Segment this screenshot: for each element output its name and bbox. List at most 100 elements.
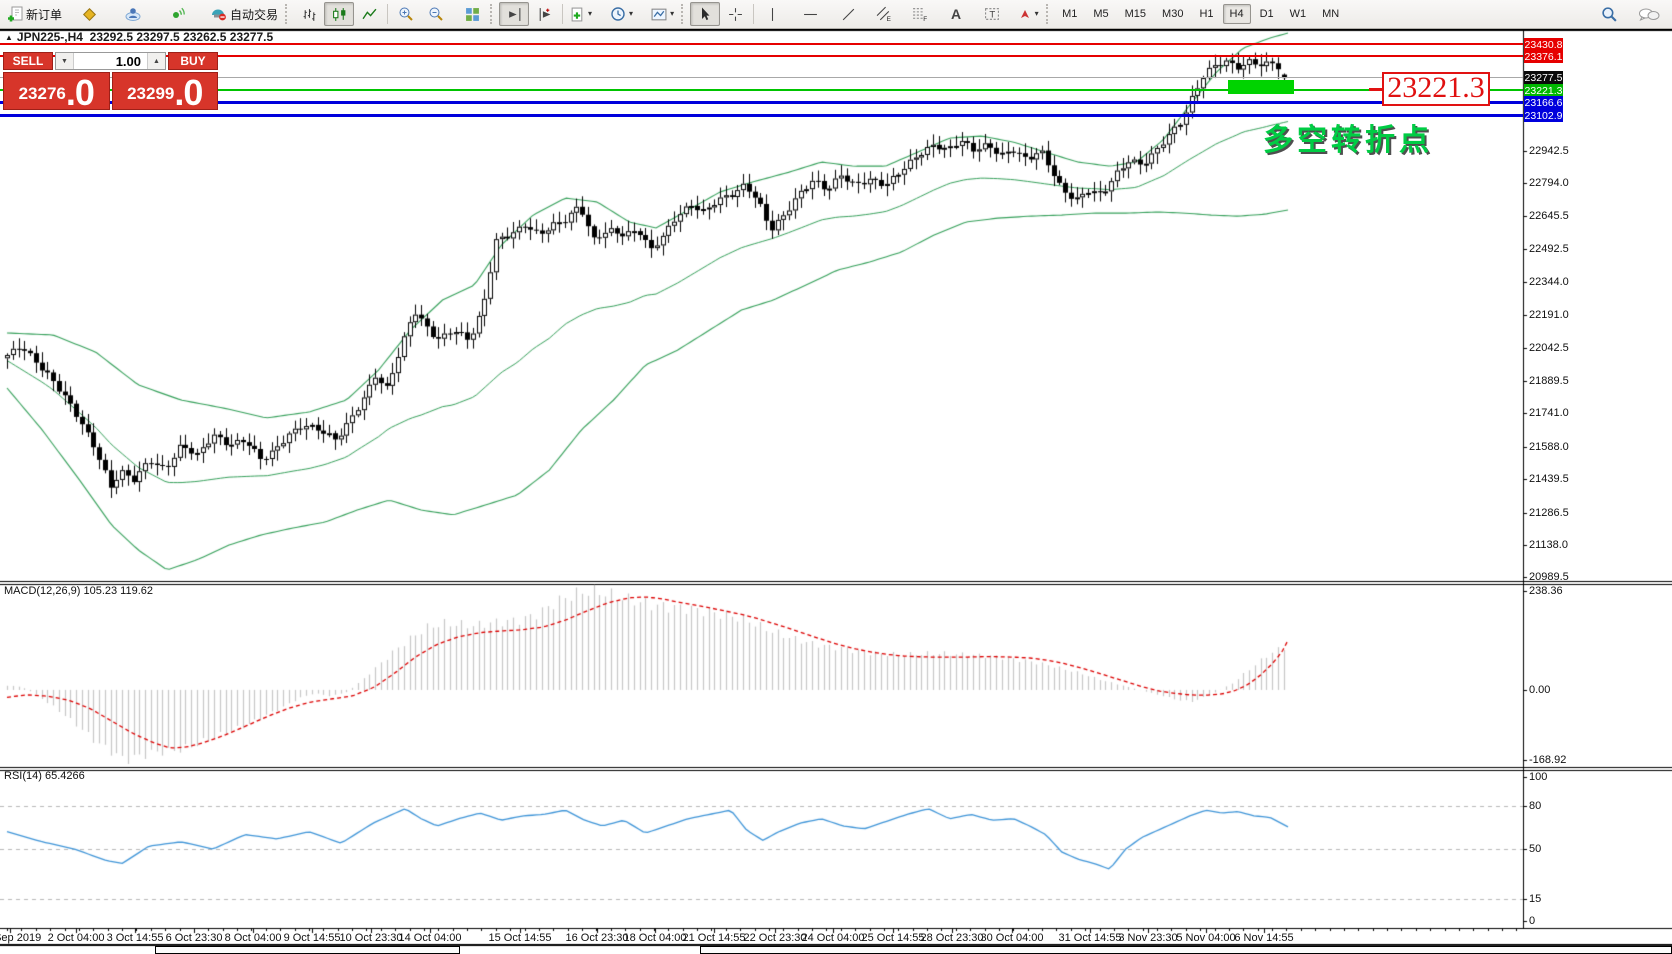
time-tick-label: 10 Oct 23:30 (340, 932, 403, 944)
time-tick-label: 22 Oct 23:30 (744, 932, 807, 944)
rsi-tick-label: 15 (1529, 893, 1541, 905)
signals-button[interactable] (162, 2, 192, 26)
volume-up-button[interactable]: ▲ (147, 53, 165, 69)
trendline-button[interactable] (833, 2, 863, 26)
timeframe-button-d1[interactable]: D1 (1253, 4, 1281, 24)
candlestick-icon (332, 7, 347, 22)
market-button[interactable] (74, 2, 104, 26)
trendline-icon (841, 7, 856, 22)
zoom-out-icon (428, 6, 444, 22)
search-button[interactable] (1594, 3, 1624, 27)
tile-windows-icon (465, 7, 480, 22)
vertical-line-icon (766, 7, 779, 22)
toolbar-separator (753, 4, 754, 24)
toolbar-grip (1046, 4, 1052, 24)
price-callout-box[interactable]: 23221.3 (1382, 72, 1490, 106)
sell-button[interactable]: SELL (3, 52, 53, 70)
time-tick-label: 8 Oct 04:00 (225, 932, 282, 944)
gold-icon (82, 7, 97, 22)
text-tool-icon: A (951, 7, 961, 21)
indicators-button[interactable]: ▾ (566, 2, 596, 26)
chevron-down-icon: ▾ (588, 10, 592, 18)
text-label-button[interactable]: T (977, 2, 1007, 26)
macd-tick-label: -168.92 (1529, 754, 1566, 766)
text-button[interactable]: A (941, 2, 971, 26)
chart-bars-button[interactable] (294, 2, 324, 26)
price-chart-canvas[interactable] (0, 29, 1672, 954)
time-tick-label: 16 Oct 23:30 (566, 932, 629, 944)
price-tick-label: 22191.0 (1529, 309, 1569, 321)
arrows-button[interactable]: ▾ (1013, 2, 1043, 26)
vertical-line-button[interactable] (757, 2, 787, 26)
chart-candles-button[interactable] (324, 2, 354, 26)
clock-icon (610, 6, 626, 22)
timeframe-button-mn[interactable]: MN (1315, 4, 1346, 24)
time-tick-label: 5 Nov 04:00 (1176, 932, 1235, 944)
price-tick-label: 21889.5 (1529, 375, 1569, 387)
svg-text:F: F (923, 16, 927, 22)
crosshair-button[interactable] (720, 2, 750, 26)
price-axis-badge: 23277.5 (1524, 71, 1563, 84)
chart-shift-button[interactable] (529, 2, 559, 26)
price-level-line-23277.5[interactable] (0, 77, 1523, 78)
buy-button[interactable]: BUY (168, 52, 218, 70)
buy-price-display[interactable]: 23299.0 (112, 72, 219, 110)
zoom-in-button[interactable] (391, 2, 421, 26)
templates-button[interactable]: ▾ (647, 2, 678, 26)
channel-button[interactable]: E (869, 2, 899, 26)
bottom-window-fragment (700, 946, 1672, 954)
chevron-down-icon: ▾ (629, 10, 633, 18)
timeframe-button-h1[interactable]: H1 (1192, 4, 1220, 24)
tile-windows-button[interactable] (457, 2, 487, 26)
rsi-tick-label: 100 (1529, 771, 1547, 783)
autoscroll-button[interactable] (499, 2, 529, 26)
timeframe-button-m5[interactable]: M5 (1086, 4, 1115, 24)
bottom-window-fragment (155, 946, 460, 954)
zoom-out-button[interactable] (421, 2, 451, 26)
cursor-arrow-icon (698, 7, 712, 21)
macd-tick-label: 0.00 (1529, 684, 1550, 696)
horizontal-line-button[interactable] (795, 2, 825, 26)
volume-down-button[interactable]: ▼ (56, 53, 74, 69)
chart-line-button[interactable] (354, 2, 384, 26)
time-tick-label: 6 Oct 23:30 (166, 932, 223, 944)
time-tick-label: 25 Oct 14:55 (862, 932, 925, 944)
chat-icon (1638, 7, 1660, 23)
collapse-icon[interactable]: ▲ (5, 33, 13, 42)
price-level-line-23376.1[interactable] (0, 55, 1523, 57)
community-button[interactable] (118, 2, 148, 26)
timeframe-button-m30[interactable]: M30 (1155, 4, 1190, 24)
timeframe-button-m15[interactable]: M15 (1118, 4, 1153, 24)
template-icon (651, 7, 667, 22)
autotrading-button[interactable]: 自动交易 (206, 2, 282, 26)
fibonacci-button[interactable]: F (905, 2, 935, 26)
chat-button[interactable] (1634, 3, 1664, 27)
volume-value[interactable]: 1.00 (74, 53, 147, 69)
sell-price-display[interactable]: 23276.0 (3, 72, 110, 110)
price-tick-label: 22942.5 (1529, 145, 1569, 157)
timeframe-button-w1[interactable]: W1 (1283, 4, 1314, 24)
search-icon (1601, 6, 1618, 23)
new-order-button[interactable]: 新订单 (3, 2, 66, 26)
price-level-line-23221.3[interactable] (0, 89, 1523, 91)
turning-point-label[interactable]: 多空转折点 (1263, 115, 1433, 159)
highlight-rectangle[interactable] (1228, 80, 1294, 94)
signal-icon (169, 6, 185, 22)
price-level-line-23166.6[interactable] (0, 101, 1523, 104)
time-tick-label: 15 Oct 14:55 (489, 932, 552, 944)
macd-tick-label: 238.36 (1529, 585, 1563, 597)
periods-button[interactable]: ▾ (606, 2, 637, 26)
timeframe-button-h4[interactable]: H4 (1223, 4, 1251, 24)
person-cloud-icon (125, 6, 141, 22)
autoscroll-icon (507, 7, 522, 22)
new-order-icon (7, 6, 23, 22)
arrows-icon (1018, 7, 1032, 21)
cursor-button[interactable] (690, 2, 720, 26)
time-tick-label: 9 Oct 14:55 (284, 932, 341, 944)
price-axis-badge: 23102.9 (1524, 109, 1563, 122)
sell-price-int: 23276 (19, 79, 66, 109)
timeframe-button-m1[interactable]: M1 (1055, 4, 1084, 24)
crosshair-icon (728, 7, 743, 22)
price-axis-badge: 23376.1 (1524, 50, 1563, 63)
label-icon: T (984, 6, 1000, 22)
